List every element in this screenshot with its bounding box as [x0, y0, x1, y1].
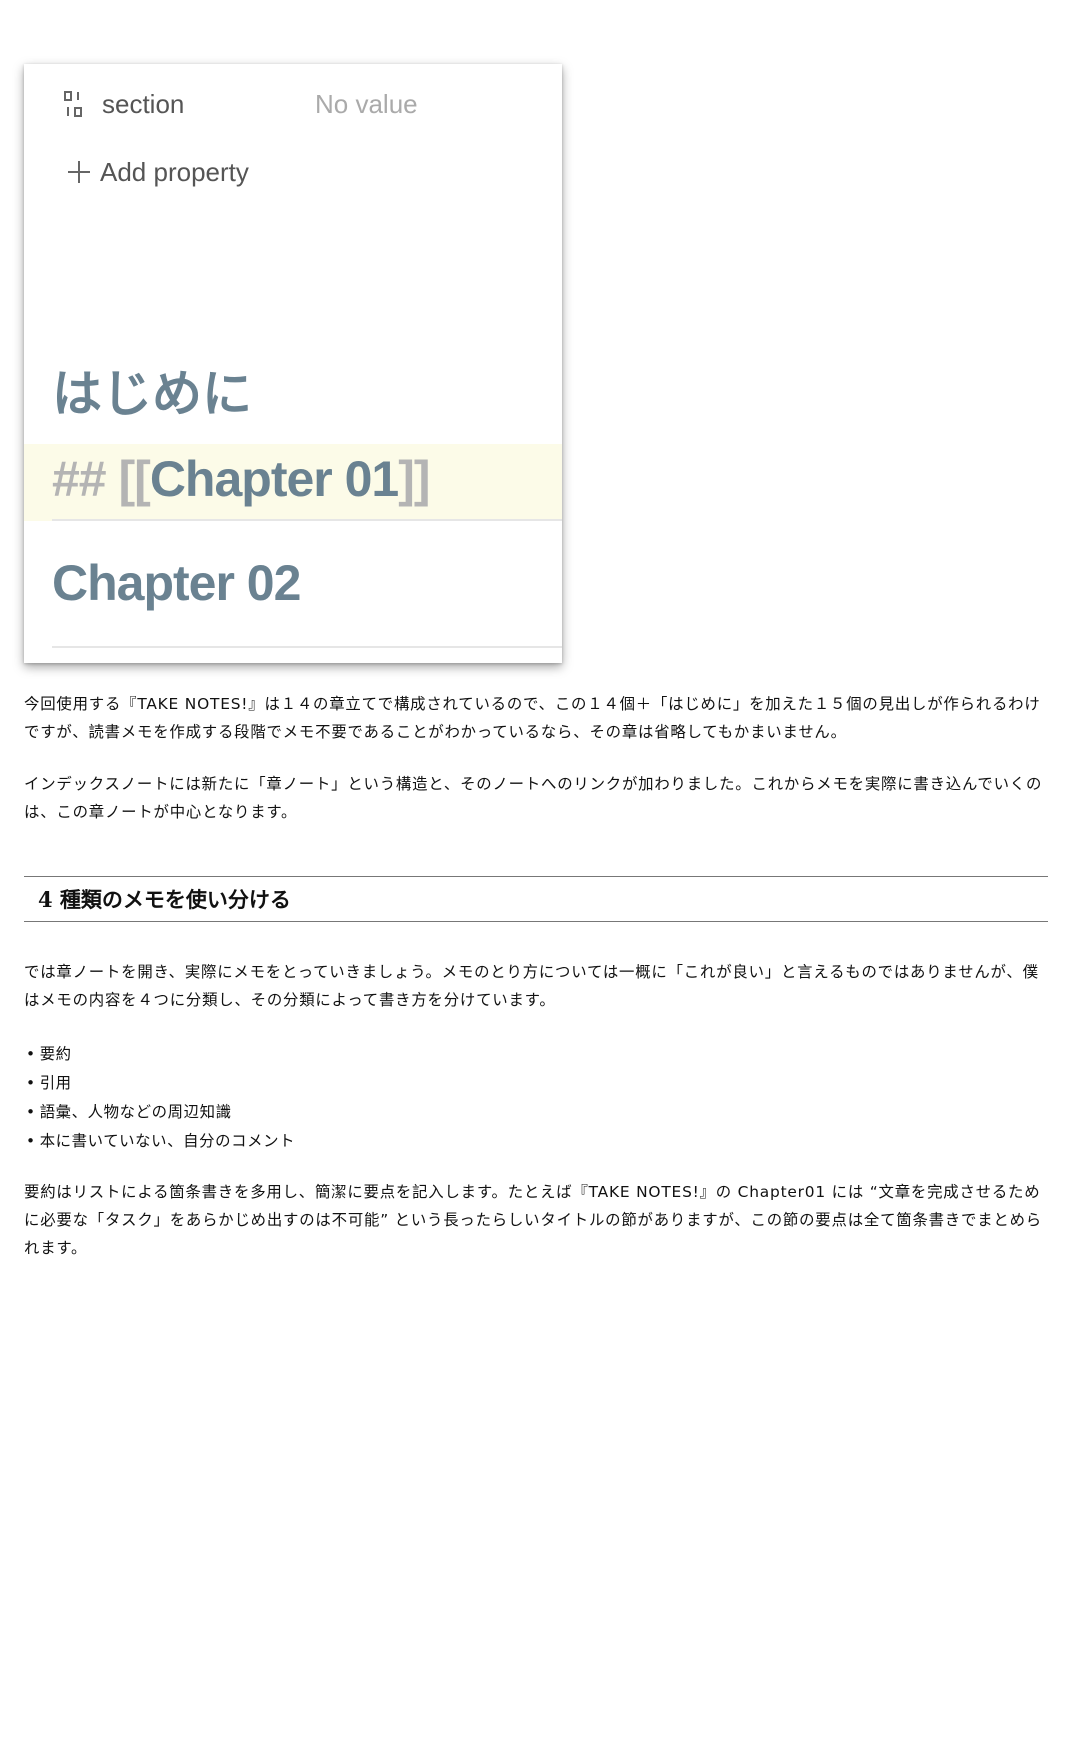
- section-heading-text: 4 種類のメモを使い分ける: [38, 887, 291, 912]
- heading-text: Chapter 02: [52, 555, 301, 611]
- property-name: section: [102, 88, 185, 119]
- property-value[interactable]: No value: [315, 89, 418, 120]
- property-row-section[interactable]: section No value: [64, 84, 418, 124]
- heading-link-text[interactable]: Chapter 01: [150, 451, 399, 507]
- list-item: 本に書いていない、自分のコメント: [26, 1127, 295, 1156]
- heading-markup-prefix: ## [[: [52, 451, 151, 507]
- heading-divider: [52, 646, 562, 648]
- heading-chapter-02[interactable]: Chapter 02: [24, 524, 562, 663]
- add-property-button[interactable]: Add property: [68, 152, 249, 192]
- section-property-icon: [64, 91, 82, 117]
- heading-text: はじめに: [52, 366, 252, 422]
- memo-type-list: 要約 引用 語彙、人物などの周辺知識 本に書いていない、自分のコメント: [26, 1040, 295, 1156]
- plus-icon: [68, 161, 90, 183]
- add-property-label: Add property: [100, 156, 249, 187]
- embedded-screenshot: section No value Add property はじめに ## [[…: [24, 64, 562, 663]
- paragraph-2: インデックスノートには新たに「章ノート」という構造と、そのノートへのリンクが加わ…: [24, 775, 1043, 821]
- paragraph-3: では章ノートを開き、実際にメモをとっていきましょう。メモのとり方については一概に…: [24, 963, 1039, 1009]
- list-item: 語彙、人物などの周辺知識: [26, 1098, 295, 1127]
- section-heading: 4 種類のメモを使い分ける: [24, 876, 1048, 922]
- paragraph-4: 要約はリストによる箇条書きを多用し、簡潔に要点を記入します。たとえば『TAKE …: [24, 1183, 1042, 1257]
- heading-markup-suffix: ]]: [398, 451, 430, 507]
- heading-source-line: ## [[Chapter 01]]: [52, 450, 431, 508]
- list-item: 要約: [26, 1040, 295, 1069]
- paragraph-1: 今回使用する『TAKE NOTES!』は１４の章立てで構成されているので、この１…: [24, 695, 1041, 741]
- list-item: 引用: [26, 1069, 295, 1098]
- heading-chapter-01-active[interactable]: ## [[Chapter 01]]: [24, 444, 562, 521]
- heading-divider: [52, 519, 562, 521]
